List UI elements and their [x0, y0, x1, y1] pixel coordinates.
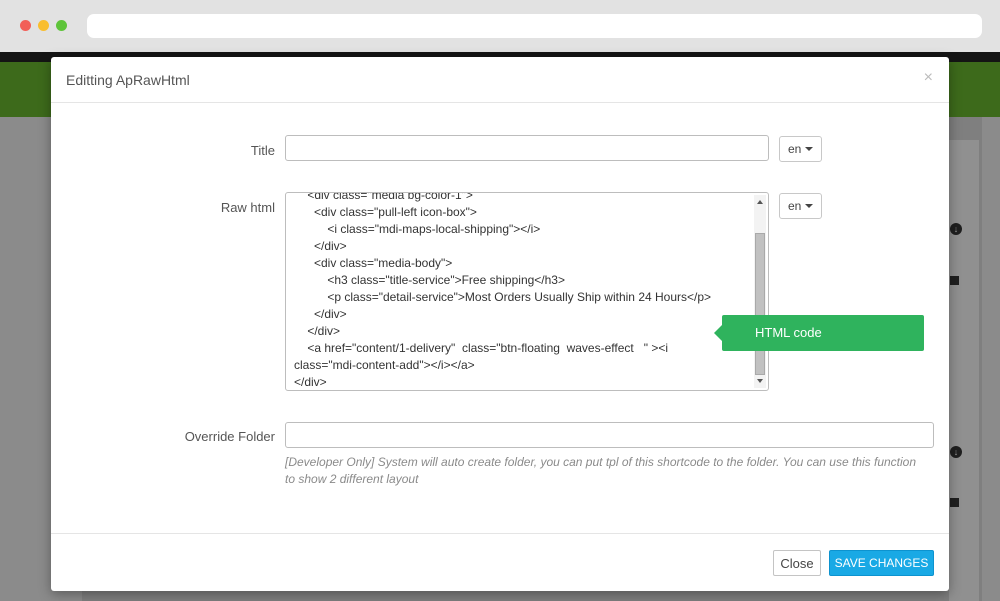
caret-down-icon — [805, 147, 814, 151]
code-line: <a href="content/1-delivery" class="btn-… — [294, 341, 669, 355]
scroll-up-icon[interactable] — [757, 200, 763, 204]
close-icon[interactable]: × — [924, 69, 933, 87]
code-line: <div class="pull-left icon-box"> — [294, 205, 477, 219]
modal-header: Editting ApRawHtml × — [51, 57, 949, 103]
code-line: class="mdi-content-add"></i></a> — [294, 358, 475, 372]
arrow-down-circle-icon: ↓ — [950, 446, 962, 458]
raw-html-label: Raw html — [220, 200, 275, 215]
caret-down-icon — [805, 204, 814, 208]
window-close-dot[interactable] — [20, 20, 31, 31]
modal-title: Editting ApRawHtml — [66, 72, 190, 88]
address-bar[interactable] — [87, 14, 982, 38]
title-label: Title — [250, 143, 275, 158]
override-folder-help: [Developer Only] System will auto create… — [285, 455, 917, 486]
edit-modal: Editting ApRawHtml × Title en Raw html <… — [51, 57, 949, 591]
code-line: <p class="detail-service">Most Orders Us… — [294, 290, 712, 304]
code-line: <div class="media bg-color-1"> — [294, 192, 473, 202]
html-code-tooltip: HTML code — [714, 315, 924, 351]
window-maximize-dot[interactable] — [56, 20, 67, 31]
code-line: </div> — [294, 239, 347, 253]
raw-html-textarea[interactable]: <div class="media bg-color-1"> <div clas… — [285, 192, 769, 391]
code-line: </div> — [294, 324, 341, 338]
window-minimize-dot[interactable] — [38, 20, 49, 31]
code-line: </div> — [294, 307, 347, 321]
tooltip-text: HTML code — [755, 325, 822, 340]
title-language-dropdown[interactable]: en — [779, 136, 822, 162]
page-side-column — [949, 140, 979, 601]
override-folder-label: Override Folder — [184, 429, 275, 444]
raw-html-code: <div class="media bg-color-1"> <div clas… — [294, 192, 749, 390]
square-icon — [950, 276, 959, 285]
title-language-value: en — [788, 142, 802, 156]
title-input[interactable] — [285, 135, 769, 161]
code-line: <h3 class="title-service">Free shipping<… — [294, 273, 565, 287]
code-line: <i class="mdi-maps-local-shipping"></i> — [294, 222, 541, 236]
square-icon — [950, 498, 959, 507]
save-changes-button[interactable]: SAVE CHANGES — [829, 550, 934, 576]
textarea-scrollbar[interactable] — [754, 195, 766, 388]
tooltip-arrow — [714, 325, 722, 341]
raw-html-language-dropdown[interactable]: en — [779, 193, 822, 219]
arrow-down-circle-icon: ↓ — [950, 223, 962, 235]
raw-html-language-value: en — [788, 199, 802, 213]
code-line: </div> — [294, 375, 327, 389]
code-line: <div class="media-body"> — [294, 256, 453, 270]
scroll-down-icon[interactable] — [757, 379, 763, 383]
close-button[interactable]: Close — [773, 550, 821, 576]
modal-footer: Close SAVE CHANGES — [51, 533, 949, 591]
browser-toolbar — [0, 0, 1000, 52]
scroll-thumb[interactable] — [755, 233, 765, 375]
override-folder-input[interactable] — [285, 422, 934, 448]
